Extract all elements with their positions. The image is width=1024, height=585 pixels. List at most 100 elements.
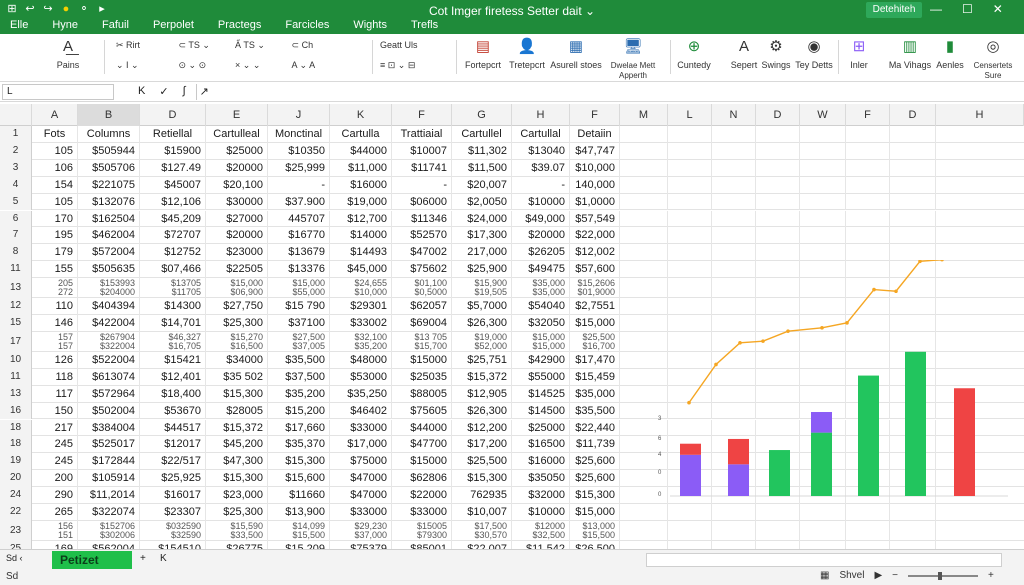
- insert-button[interactable]: ⊞ Inler: [844, 38, 874, 78]
- check-icon[interactable]: ✓: [159, 85, 168, 98]
- column-header[interactable]: E: [206, 104, 268, 126]
- chart-line[interactable]: [688, 260, 990, 404]
- row-header[interactable]: 8: [0, 244, 32, 262]
- row-header[interactable]: 18: [0, 419, 32, 437]
- paste-button[interactable]: A͟ Pains: [50, 38, 86, 78]
- cell[interactable]: [668, 159, 712, 177]
- cell[interactable]: $15,000 $15,000: [512, 331, 570, 352]
- embedded-chart[interactable]: 3 6 4 0 0: [648, 260, 1018, 520]
- cell[interactable]: Cartulleal: [206, 126, 268, 143]
- cell[interactable]: [712, 126, 756, 143]
- cell[interactable]: $47,300: [206, 453, 268, 471]
- chart-bar[interactable]: [811, 432, 832, 496]
- cell[interactable]: $502004: [78, 402, 140, 420]
- cell[interactable]: $15,2606 $01,9000: [570, 278, 620, 299]
- cell[interactable]: $57,600: [570, 261, 620, 279]
- cell[interactable]: $28005: [206, 402, 268, 420]
- cell[interactable]: 217: [32, 419, 78, 437]
- cell[interactable]: $45,200: [206, 436, 268, 454]
- cell[interactable]: $20,100: [206, 176, 268, 194]
- cell[interactable]: 126: [32, 351, 78, 369]
- cell[interactable]: $505706: [78, 159, 140, 177]
- cell[interactable]: $44517: [140, 419, 206, 437]
- cell[interactable]: $30000: [206, 193, 268, 211]
- cell[interactable]: $1,0000: [570, 193, 620, 211]
- row-header[interactable]: 3: [0, 159, 32, 177]
- cell[interactable]: $49,000: [512, 210, 570, 228]
- cell[interactable]: $572964: [78, 385, 140, 403]
- cell[interactable]: $15,372: [452, 368, 512, 386]
- chart-point[interactable]: [845, 321, 849, 325]
- chart-bar[interactable]: [811, 412, 832, 433]
- cell[interactable]: $27,750: [206, 298, 268, 315]
- view-label[interactable]: Shvel: [839, 570, 864, 581]
- cell[interactable]: $153993 $204000: [78, 278, 140, 299]
- cell[interactable]: $47000: [330, 487, 392, 504]
- cell[interactable]: $52570: [392, 227, 452, 245]
- cell[interactable]: $505635: [78, 261, 140, 279]
- cell[interactable]: [890, 227, 936, 245]
- cell[interactable]: -: [392, 176, 452, 194]
- clear-button[interactable]: × ⌄ ⌄: [235, 58, 289, 72]
- cell[interactable]: $14493: [330, 244, 392, 262]
- cell[interactable]: $75000: [330, 453, 392, 471]
- cell[interactable]: $01,100 $0,5000: [392, 278, 452, 299]
- cell-styles-button[interactable]: ⊕ Cuntedy: [676, 38, 712, 78]
- cell[interactable]: [620, 244, 668, 262]
- monitor-button[interactable]: 🖥 Dwelae Mett Apperth: [604, 38, 662, 80]
- cell[interactable]: $15005 $79300: [392, 520, 452, 541]
- cell[interactable]: 179: [32, 244, 78, 262]
- cell[interactable]: $45,209: [140, 210, 206, 228]
- cell[interactable]: $15,300: [206, 385, 268, 403]
- cell[interactable]: Fots: [32, 126, 78, 143]
- cell[interactable]: $221075: [78, 176, 140, 194]
- table-styles-button[interactable]: ▦ Asurell stoes: [550, 38, 602, 78]
- cell[interactable]: 245: [32, 453, 78, 471]
- cell[interactable]: $15,200: [268, 402, 330, 420]
- cell[interactable]: $25000: [512, 419, 570, 437]
- cell[interactable]: $15,590 $33,500: [206, 520, 268, 541]
- cell[interactable]: [620, 193, 668, 211]
- cell[interactable]: $32,100 $35,200: [330, 331, 392, 352]
- column-header[interactable]: D: [890, 104, 936, 126]
- cell[interactable]: $47700: [392, 436, 452, 454]
- cell[interactable]: $152706 $302006: [78, 520, 140, 541]
- cell[interactable]: [712, 227, 756, 245]
- chart-point[interactable]: [738, 341, 742, 345]
- border-button[interactable]: ⊙ ⌄ ⊙: [179, 58, 233, 72]
- cell[interactable]: $15,000 $06,900: [206, 278, 268, 299]
- cell[interactable]: 762935: [452, 487, 512, 504]
- cell[interactable]: $15,900 $19,505: [452, 278, 512, 299]
- row-header[interactable]: 2: [0, 142, 32, 160]
- chart-bar[interactable]: [905, 351, 926, 496]
- cell[interactable]: $15,000 $55,000: [268, 278, 330, 299]
- cell[interactable]: $13040: [512, 142, 570, 160]
- add-sheet-icon[interactable]: +: [140, 553, 146, 564]
- cell[interactable]: $10000: [512, 504, 570, 521]
- cell[interactable]: $20000: [206, 159, 268, 177]
- cell[interactable]: $47000: [330, 470, 392, 488]
- cell[interactable]: $13376: [268, 261, 330, 279]
- cell[interactable]: $35 502: [206, 368, 268, 386]
- font-color-select[interactable]: A̋ TS ⌄: [235, 38, 289, 52]
- cell[interactable]: $13,000 $15,500: [570, 520, 620, 541]
- cell[interactable]: $25,300: [206, 315, 268, 332]
- cell[interactable]: [846, 193, 890, 211]
- chart-point[interactable]: [820, 326, 824, 330]
- cell[interactable]: [668, 520, 712, 541]
- cell[interactable]: 146: [32, 315, 78, 332]
- cell[interactable]: [800, 176, 846, 194]
- cell[interactable]: [890, 126, 936, 143]
- cell[interactable]: $13 705 $15,700: [392, 331, 452, 352]
- cell[interactable]: [846, 520, 890, 541]
- cell[interactable]: 200: [32, 470, 78, 488]
- cell[interactable]: [620, 142, 668, 160]
- analytics-button[interactable]: ▮ Aenles: [934, 38, 966, 78]
- chart-bar[interactable]: [954, 388, 975, 496]
- cell[interactable]: [756, 176, 800, 194]
- name-box[interactable]: L: [2, 84, 114, 100]
- italic-button[interactable]: ⌄ I ⌄: [116, 58, 176, 72]
- column-header[interactable]: H: [512, 104, 570, 126]
- cell[interactable]: $37100: [268, 315, 330, 332]
- cell[interactable]: $26775: [206, 540, 268, 549]
